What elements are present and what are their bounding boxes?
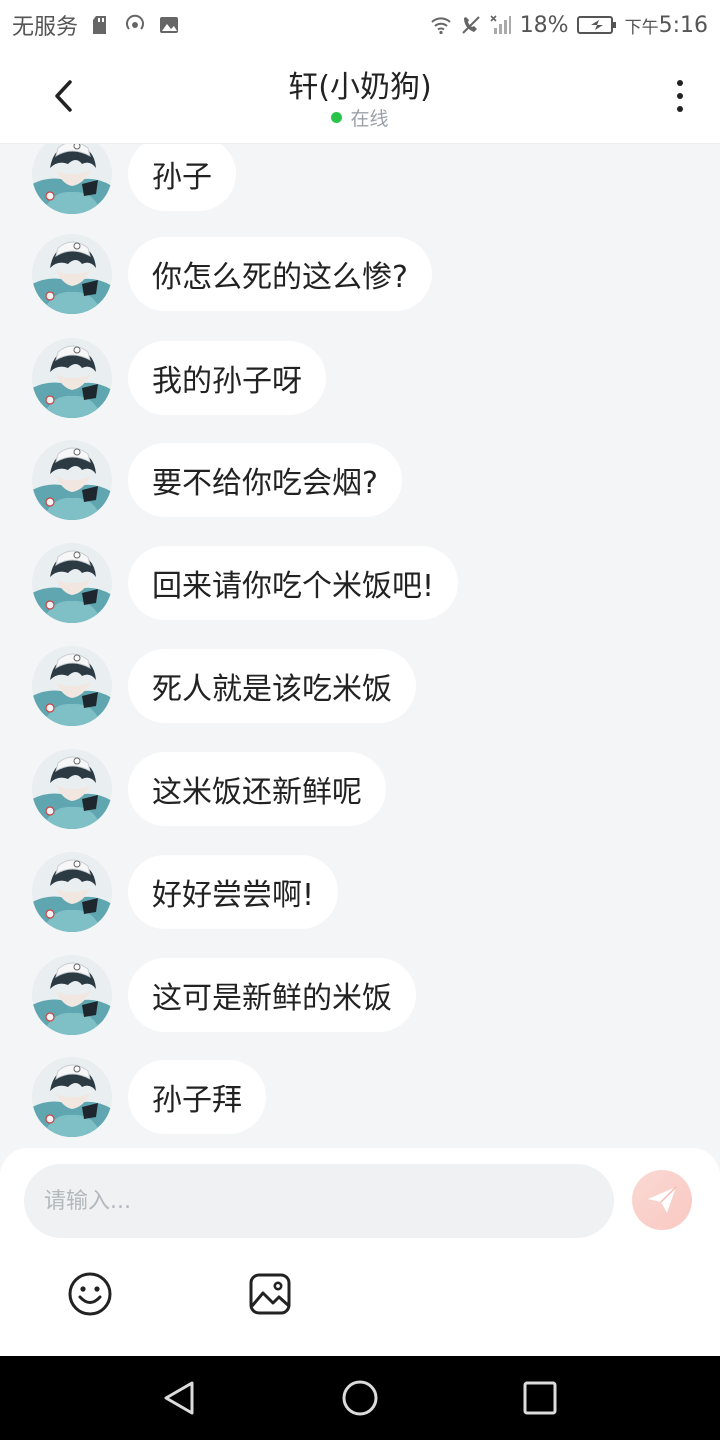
avatar[interactable] <box>32 338 112 418</box>
avatar[interactable] <box>32 852 112 932</box>
message-bubble[interactable]: 你怎么死的这么惨? <box>128 237 432 311</box>
contact-name: 轩(小奶狗) <box>288 70 432 105</box>
message-bubble[interactable]: 这可是新鲜的米饭 <box>128 958 416 1032</box>
online-status: 在线 <box>0 104 720 131</box>
hotspot-icon <box>126 14 144 30</box>
message-item: 孙子拜 <box>32 1057 266 1137</box>
paper-plane-icon <box>648 1186 677 1213</box>
avatar[interactable] <box>32 234 112 314</box>
image-icon <box>160 17 179 33</box>
wifi-icon <box>430 17 451 35</box>
avatar[interactable] <box>32 440 112 520</box>
time-prefix: 下午 <box>624 17 659 38</box>
message-item: 回来请你吃个米饭吧! <box>32 543 459 623</box>
message-item: 孙子 <box>32 144 236 214</box>
avatar[interactable] <box>32 646 112 726</box>
composer <box>0 1148 720 1356</box>
message-bubble[interactable]: 这米饭还新鲜呢 <box>128 752 386 826</box>
online-status-text: 在线 <box>350 108 389 130</box>
message-item: 这可是新鲜的米饭 <box>32 955 416 1035</box>
more-dot <box>677 93 683 99</box>
sd-card-icon <box>93 16 107 34</box>
message-bubble[interactable]: 孙子 <box>128 144 236 211</box>
message-bubble[interactable]: 回来请你吃个米饭吧! <box>128 546 459 620</box>
message-item: 你怎么死的这么惨? <box>32 234 432 314</box>
back-triangle-icon[interactable] <box>160 1378 200 1418</box>
recents-square-icon[interactable] <box>520 1378 560 1418</box>
send-button[interactable] <box>632 1170 692 1230</box>
message-list[interactable]: 孙子 你怎么死的这么惨? 我的孙子呀 要不给你吃会烟? 回来请你吃个米饭吧! 死… <box>0 144 720 1148</box>
avatar[interactable] <box>32 144 112 214</box>
clock: 5:16 <box>658 12 708 38</box>
message-bubble[interactable]: 好好尝尝啊! <box>128 855 339 929</box>
avatar[interactable] <box>32 543 112 623</box>
more-options-button[interactable] <box>666 74 694 118</box>
message-item: 这米饭还新鲜呢 <box>32 749 386 829</box>
message-bubble[interactable]: 死人就是该吃米饭 <box>128 649 416 723</box>
message-item: 好好尝尝啊! <box>32 852 339 932</box>
image-picker-icon[interactable] <box>246 1270 294 1318</box>
message-input[interactable] <box>24 1164 614 1238</box>
status-bar: 无服务 18% 下午 5:16 <box>0 0 720 50</box>
avatar[interactable] <box>32 749 112 829</box>
more-vertical-icon <box>677 80 683 86</box>
avatar[interactable] <box>32 955 112 1035</box>
message-item: 我的孙子呀 <box>32 338 326 418</box>
chat-header: 轩(小奶狗) 在线 <box>0 50 720 144</box>
avatar[interactable] <box>32 1057 112 1137</box>
battery-percent: 18% <box>519 12 569 38</box>
message-bubble[interactable]: 我的孙子呀 <box>128 341 326 415</box>
call-off-icon <box>461 16 480 34</box>
home-circle-icon[interactable] <box>340 1378 380 1418</box>
system-nav-bar <box>0 1356 720 1440</box>
carrier-text: 无服务 <box>12 15 79 40</box>
signal-off-icon <box>490 15 511 34</box>
message-bubble[interactable]: 孙子拜 <box>128 1060 266 1134</box>
battery-charging-icon <box>576 16 616 34</box>
smiley-icon[interactable] <box>66 1270 114 1318</box>
more-dot <box>677 106 683 112</box>
message-item: 死人就是该吃米饭 <box>32 646 416 726</box>
online-dot-icon <box>331 112 343 123</box>
message-item: 要不给你吃会烟? <box>32 440 402 520</box>
message-bubble[interactable]: 要不给你吃会烟? <box>128 443 402 517</box>
